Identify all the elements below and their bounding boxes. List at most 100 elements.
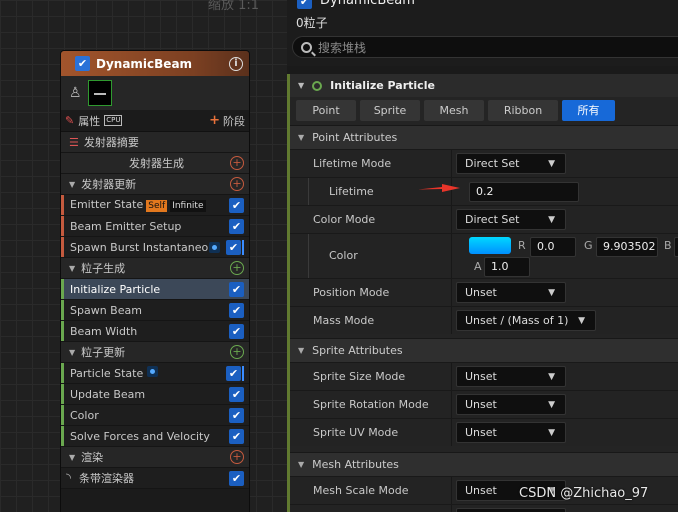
renderer-enabled-checkbox[interactable]: ✔: [229, 470, 244, 486]
module-row-emitter-state[interactable]: Emitter State Self Infinite ✔: [61, 195, 249, 216]
emitter-enabled-checkbox[interactable]: ✔: [297, 0, 312, 9]
property-label: Sprite UV Mode: [313, 426, 399, 439]
lifetime-row: Lifetime 0.2: [290, 177, 678, 205]
filter-point-button[interactable]: Point: [296, 100, 356, 121]
particle-spawn-group[interactable]: ▼ 粒子生成 +: [61, 258, 249, 279]
mass-mode-dropdown[interactable]: Unset / (Mass of 1) ▼: [456, 310, 596, 331]
mass-mode-row: Mass Mode Unset / (Mass of 1) ▼: [290, 306, 678, 334]
module-header[interactable]: ▼ Initialize Particle: [290, 74, 678, 97]
sprite-rotation-mode-dropdown[interactable]: Unset ▼: [456, 394, 566, 415]
module-label: Beam Emitter Setup: [70, 219, 182, 233]
collapse-arrow-icon[interactable]: ▼: [69, 180, 75, 189]
module-enabled-checkbox[interactable]: ✔: [226, 365, 241, 381]
add-module-icon[interactable]: +: [230, 345, 244, 359]
add-module-icon[interactable]: +: [230, 261, 244, 275]
color-mode-row: Color Mode Direct Set ▼: [290, 205, 678, 233]
collapse-arrow-icon[interactable]: ▼: [69, 453, 75, 462]
point-attributes-section[interactable]: ▼ Point Attributes: [290, 125, 678, 149]
color-mode-dropdown[interactable]: Direct Set ▼: [456, 209, 566, 230]
position-mode-dropdown[interactable]: Unset ▼: [456, 282, 566, 303]
add-module-icon[interactable]: +: [230, 177, 244, 191]
info-icon[interactable]: i: [229, 56, 243, 71]
sprite-rotation-mode-row: Sprite Rotation Mode Unset ▼: [290, 390, 678, 418]
particle-update-group[interactable]: ▼ 粒子更新 +: [61, 342, 249, 363]
module-enabled-checkbox[interactable]: ✔: [229, 218, 244, 234]
module-row-color[interactable]: Color ✔: [61, 405, 249, 426]
module-label: Solve Forces and Velocity: [70, 429, 210, 443]
emitter-name: DynamicBeam: [320, 0, 415, 8]
module-enabled-checkbox[interactable]: ✔: [229, 407, 244, 423]
add-module-icon[interactable]: +: [230, 156, 244, 170]
chevron-down-icon: ▼: [548, 215, 555, 225]
sprite-size-mode-dropdown[interactable]: Unset ▼: [456, 366, 566, 387]
chevron-down-icon: ▼: [548, 288, 555, 298]
emitter-spawn-group[interactable]: 发射器生成 +: [61, 153, 249, 174]
emitter-summary-row[interactable]: ☰ 发射器摘要: [61, 132, 249, 153]
emitter-node-header[interactable]: ✔ DynamicBeam i: [61, 51, 249, 76]
color-swatch[interactable]: [469, 237, 511, 254]
color-b-input[interactable]: [674, 237, 678, 257]
collapse-arrow-icon[interactable]: ▼: [298, 460, 304, 469]
add-stage-button[interactable]: + 阶段: [209, 113, 245, 129]
module-row-initialize-particle[interactable]: Initialize Particle ✔: [61, 279, 249, 300]
property-label: Mass Mode: [313, 314, 375, 327]
pencil-icon: ✎: [65, 114, 75, 127]
module-label: Initialize Particle: [70, 282, 161, 296]
color-r-input[interactable]: 0.0: [530, 237, 576, 257]
module-status-icon: [312, 80, 323, 91]
emitter-node[interactable]: ✔ DynamicBeam i ♙ ✎ 属性 CPU + 阶段 ☰ 发射器摘要 …: [60, 50, 250, 512]
search-stack-input[interactable]: 搜索堆栈: [292, 36, 678, 58]
mesh-attributes-section[interactable]: ▼ Mesh Attributes: [290, 452, 678, 476]
color-a-input[interactable]: 1.0: [484, 257, 530, 277]
collapse-arrow-icon[interactable]: ▼: [298, 81, 304, 90]
chevron-down-icon: ▼: [548, 400, 555, 410]
module-row-beam-width[interactable]: Beam Width ✔: [61, 321, 249, 342]
render-group[interactable]: ▼ 渲染 +: [61, 447, 249, 468]
module-row-spawn-beam[interactable]: Spawn Beam ✔: [61, 300, 249, 321]
module-row-beam-emitter-setup[interactable]: Beam Emitter Setup ✔: [61, 216, 249, 237]
cpu-badge: CPU: [104, 115, 123, 126]
add-renderer-icon[interactable]: +: [230, 450, 244, 464]
color-g-input[interactable]: 9.903502: [596, 237, 658, 257]
sprite-uv-mode-dropdown[interactable]: Unset ▼: [456, 422, 566, 443]
module-enabled-checkbox[interactable]: ✔: [229, 281, 244, 297]
section-title: Sprite Attributes: [312, 344, 403, 357]
module-label: Beam Width: [70, 324, 138, 338]
chevron-down-icon: ▼: [548, 159, 555, 169]
renderer-row-ribbon[interactable]: ◝ 条带渲染器 ✔: [61, 468, 249, 489]
module-enabled-checkbox[interactable]: ✔: [229, 197, 244, 213]
module-row-particle-state[interactable]: Particle State ✔: [61, 363, 249, 384]
collapse-arrow-icon[interactable]: ▼: [298, 346, 304, 355]
lifetime-mode-dropdown[interactable]: Direct Set ▼: [456, 153, 566, 174]
node-graph-canvas[interactable]: 缩放 1:1 ✔ DynamicBeam i ♙ ✎ 属性 CPU + 阶段 ☰…: [0, 0, 287, 512]
filter-mesh-button[interactable]: Mesh: [424, 100, 484, 121]
emitter-update-group[interactable]: ▼ 发射器更新 +: [61, 174, 249, 195]
filter-all-button[interactable]: 所有: [562, 100, 615, 121]
module-row-solve-forces[interactable]: Solve Forces and Velocity ✔: [61, 426, 249, 447]
node-thumbnails: ♙: [61, 76, 249, 110]
sprite-attributes-section[interactable]: ▼ Sprite Attributes: [290, 338, 678, 362]
collapse-arrow-icon[interactable]: ▼: [69, 264, 75, 273]
module-row-spawn-burst[interactable]: Spawn Burst Instantaneous ✔: [61, 237, 249, 258]
axis-label-a: A: [474, 260, 482, 273]
module-enabled-checkbox[interactable]: ✔: [226, 239, 241, 255]
lifetime-input[interactable]: 0.2: [469, 182, 579, 202]
module-enabled-checkbox[interactable]: ✔: [229, 323, 244, 339]
emitter-node-title: DynamicBeam: [96, 56, 193, 71]
dynamic-input-icon: [209, 241, 220, 253]
module-enabled-checkbox[interactable]: ✔: [229, 302, 244, 318]
sprite-size-mode-row: Sprite Size Mode Unset ▼: [290, 362, 678, 390]
filter-sprite-button[interactable]: Sprite: [360, 100, 420, 121]
search-placeholder: 搜索堆栈: [318, 40, 367, 55]
emitter-enabled-checkbox[interactable]: ✔: [75, 56, 90, 71]
details-header: ✔ DynamicBeam 0粒子 搜索堆栈: [287, 0, 678, 66]
module-row-update-beam[interactable]: Update Beam ✔: [61, 384, 249, 405]
node-toolbar: ✎ 属性 CPU + 阶段: [61, 110, 249, 132]
collapse-arrow-icon[interactable]: ▼: [298, 133, 304, 142]
filter-ribbon-button[interactable]: Ribbon: [488, 100, 558, 121]
attributes-button[interactable]: ✎ 属性 CPU: [65, 113, 209, 129]
collapse-arrow-icon[interactable]: ▼: [69, 348, 75, 357]
preview-thumbnail[interactable]: [87, 80, 112, 106]
module-enabled-checkbox[interactable]: ✔: [229, 386, 244, 402]
module-enabled-checkbox[interactable]: ✔: [229, 428, 244, 444]
